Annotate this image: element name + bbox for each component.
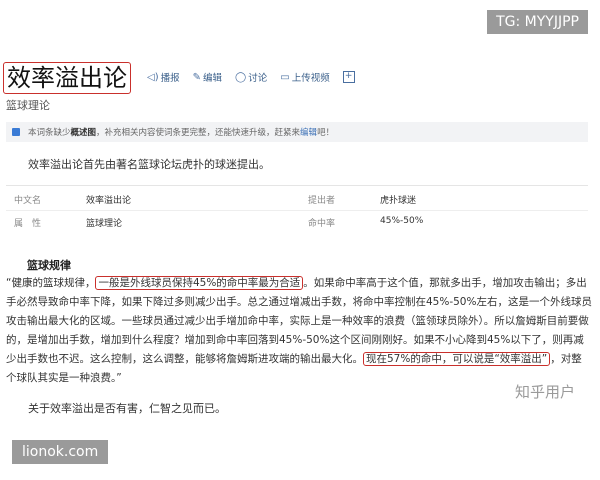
- page-subtitle: 篮球理论: [6, 99, 50, 112]
- closing-text: 关于效率溢出是否有害，仁智之见而已。: [28, 402, 226, 415]
- watermark-bottom: lionok.com: [12, 440, 109, 464]
- title-highlight-box: 效率溢出论: [3, 62, 131, 94]
- plus-icon[interactable]: +: [342, 71, 355, 83]
- page-title: 效率溢出论: [7, 64, 127, 92]
- intro-text: 效率溢出论首先由著名篮球论坛虎扑的球迷提出。: [28, 158, 270, 171]
- highlight-2: 现在57%的命中，可以说是“效率溢出”: [363, 352, 551, 366]
- video-icon: ▭: [280, 71, 290, 83]
- infobox-key: 属 性: [14, 219, 42, 229]
- infobox-value: 虎扑球迷: [380, 196, 417, 206]
- notice-suffix: 吧！: [317, 128, 335, 138]
- chat-icon: ◯: [235, 71, 247, 83]
- body-text: “健康的篮球规律， 一般是外线球员保持45%的命中率最为合适 。如果命中率高于这个值…: [6, 274, 592, 388]
- notice-edit-link[interactable]: 编辑: [300, 126, 317, 138]
- infobox-row: 属 性 篮球理论 命中率 45%-50%: [6, 211, 588, 233]
- toolbar: ◁) 播报 ✎ 编辑 ◯ 讨论 ▭ 上传视频 +: [147, 70, 355, 84]
- infobox-row: 中文名 效率溢出论 提出者 虎扑球迷: [6, 188, 588, 211]
- infobox-key: 中文名: [14, 196, 42, 206]
- infobox-key: 提出者: [308, 196, 336, 206]
- notice-middle: ，补充相关内容使词条更完整，还能快速升级，赶紧来: [96, 128, 301, 138]
- broadcast-button[interactable]: ◁) 播报: [147, 70, 180, 85]
- notice-bold: 概述图: [70, 128, 97, 138]
- infobox: 中文名 效率溢出论 提出者 虎扑球迷 属 性 篮球理论 命中率 45%-50%: [6, 185, 588, 236]
- body-text-pre: “健康的篮球规律，: [6, 277, 96, 289]
- upload-video-button[interactable]: ▭ 上传视频: [280, 70, 329, 85]
- highlight-1: 一般是外线球员保持45%的命中率最为合适: [95, 276, 304, 290]
- info-icon: [12, 128, 20, 136]
- infobox-value: 45%-50%: [380, 216, 424, 226]
- discuss-button[interactable]: ◯ 讨论: [235, 70, 267, 85]
- watermark-zhihu: 知乎用户: [515, 383, 576, 401]
- edit-button[interactable]: ✎ 编辑: [192, 70, 222, 85]
- notice-prefix: 本词条缺少: [28, 128, 71, 138]
- infobox-key: 命中率: [308, 219, 336, 229]
- section-title: 篮球规律: [27, 259, 71, 272]
- infobox-value: 篮球理论: [86, 219, 123, 229]
- speaker-icon: ◁): [147, 71, 159, 83]
- edit-icon: ✎: [192, 71, 201, 83]
- watermark-top: TG: MYYJJPP: [487, 10, 588, 34]
- body-paragraph: “健康的篮球规律， 一般是外线球员保持45%的命中率最为合适 。如果命中率高于这个值…: [6, 274, 592, 388]
- notice-bar: 本词条缺少 概述图 ，补充相关内容使词条更完整，还能快速升级，赶紧来 编辑 吧！: [6, 122, 588, 142]
- infobox-value: 效率溢出论: [86, 196, 132, 206]
